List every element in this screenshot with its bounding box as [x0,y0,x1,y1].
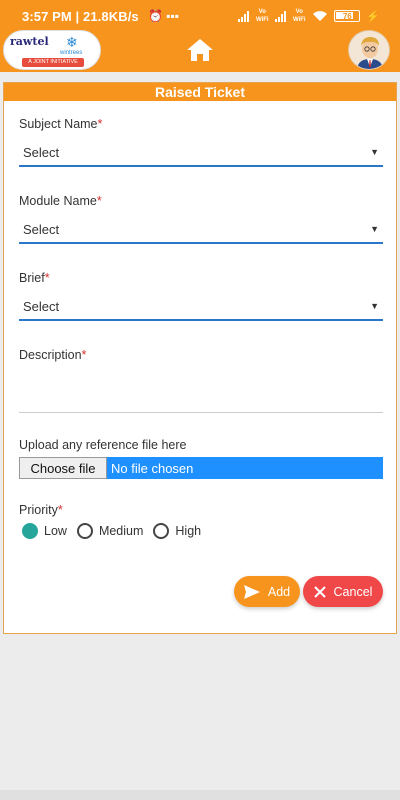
status-right: Vo WiFi Vo WiFi 76 ⚡ [238,8,380,24]
logo-tagline: A JOINT INITIATIVE [22,58,84,67]
logo-partner-text: wintrees [60,50,83,56]
logo-rawtel-text: rawtel [10,35,49,48]
priority-low-label: Low [44,524,67,538]
brief-select[interactable]: Select ▼ [19,293,383,321]
raise-ticket-card: Raised Ticket Subject Name* Select ▼ Mod… [3,82,397,634]
radio-unchecked-icon[interactable] [153,523,170,539]
subject-select[interactable]: Select ▼ [19,139,383,167]
wifi-icon [313,11,328,21]
battery-icon: 76 [334,10,361,22]
module-label: Module Name* [19,194,102,208]
subject-label: Subject Name* [19,117,103,131]
snowflake-icon: ❄ [66,34,78,50]
module-select[interactable]: Select ▼ [19,216,383,244]
upload-label: Upload any reference file here [19,438,187,452]
bottom-nav-bar [0,790,400,800]
description-label: Description* [19,348,87,362]
dropdown-caret-icon: ▼ [370,301,379,311]
add-button[interactable]: Add [234,576,300,607]
priority-medium-option[interactable]: Medium [76,523,144,539]
description-textarea[interactable] [19,369,383,413]
charging-icon: ⚡ [366,10,380,23]
dropdown-caret-icon: ▼ [370,224,379,234]
priority-high-label: High [175,524,202,538]
card-title: Raised Ticket [4,83,396,101]
file-status: No file chosen [107,457,383,479]
choose-file-button[interactable]: Choose file [19,457,107,479]
brief-select-value: Select [23,298,60,314]
subject-select-value: Select [23,144,60,160]
status-bar: 3:57 PM | 21.8KB/s ⏰ ▪▪▪ Vo WiFi Vo WiFi… [0,0,400,32]
home-icon [187,39,213,61]
user-avatar-icon [349,31,389,69]
module-select-value: Select [23,221,60,237]
status-notification-icons: ⏰ ▪▪▪ [148,9,180,23]
cancel-button[interactable]: Cancel [303,576,383,607]
priority-medium-label: Medium [98,524,144,538]
cancel-button-label: Cancel [333,584,373,599]
home-button[interactable] [186,37,214,63]
brief-label: Brief* [19,271,50,285]
app-logo: rawtel ❄ wintrees A JOINT INITIATIVE [3,30,101,70]
send-icon [243,584,260,599]
radio-checked-icon[interactable] [22,523,38,539]
app-header: 3:57 PM | 21.8KB/s ⏰ ▪▪▪ Vo WiFi Vo WiFi… [0,0,400,72]
file-upload[interactable]: Choose file No file chosen [19,457,383,479]
priority-high-option[interactable]: High [153,523,201,539]
priority-radio-group: Low Medium High [22,523,211,539]
priority-low-option[interactable]: Low [22,523,67,539]
signal-icon-2 [275,10,287,22]
signal-icon [238,10,250,22]
radio-unchecked-icon[interactable] [76,523,93,539]
vowifi-label-2: Vo WiFi [292,9,306,23]
add-button-label: Add [267,584,291,599]
user-avatar[interactable] [348,30,390,70]
vowifi-label-1: Vo WiFi [255,9,269,23]
close-icon [313,585,326,598]
status-time: 3:57 PM | 21.8KB/s [22,9,139,24]
dropdown-caret-icon: ▼ [370,147,379,157]
priority-label: Priority* [19,503,63,517]
